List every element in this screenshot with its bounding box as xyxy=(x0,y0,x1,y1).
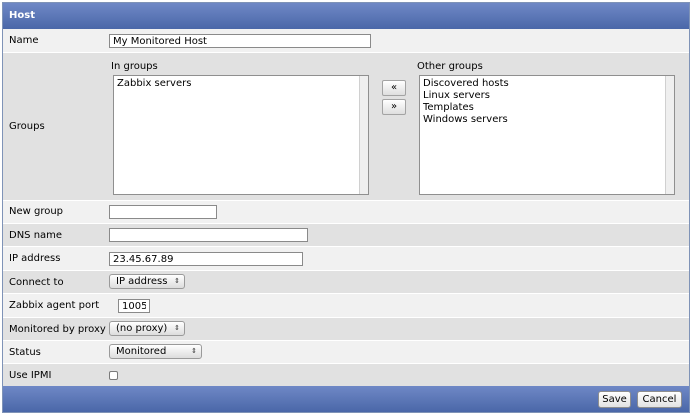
list-item[interactable]: Linux servers xyxy=(420,90,674,102)
list-item[interactable]: Windows servers xyxy=(420,114,674,126)
add-to-group-button[interactable]: « xyxy=(382,80,406,96)
ip-address-label: IP address xyxy=(9,253,61,264)
ip-address-input[interactable] xyxy=(109,252,303,266)
in-groups-label: In groups xyxy=(111,61,158,72)
dns-name-row: DNS name xyxy=(3,224,689,247)
list-item[interactable]: Discovered hosts xyxy=(420,78,674,90)
new-group-label: New group xyxy=(9,206,64,217)
dns-name-label: DNS name xyxy=(9,230,63,241)
up-down-arrows-icon: ⇕ xyxy=(174,324,180,332)
proxy-row: Monitored by proxy (no proxy) ⇕ xyxy=(3,318,689,341)
connect-to-label: Connect to xyxy=(9,277,64,288)
agent-port-label: Zabbix agent port xyxy=(9,300,100,311)
save-button[interactable]: Save xyxy=(598,391,631,408)
form-footer: Save Cancel xyxy=(3,386,689,412)
up-down-arrows-icon: ⇕ xyxy=(174,277,180,285)
list-item[interactable]: Zabbix servers xyxy=(114,78,368,90)
form-title: Host xyxy=(3,3,689,29)
other-groups-listbox[interactable]: Discovered hosts Linux servers Templates… xyxy=(419,75,675,195)
groups-row: Groups In groups Other groups Zabbix ser… xyxy=(3,53,689,201)
agent-port-row: Zabbix agent port xyxy=(3,294,689,318)
status-label: Status xyxy=(9,347,41,358)
use-ipmi-label: Use IPMI xyxy=(9,370,52,381)
name-input[interactable] xyxy=(109,34,371,48)
proxy-value: (no proxy) xyxy=(116,323,168,334)
proxy-select[interactable]: (no proxy) ⇕ xyxy=(109,321,185,336)
host-form-window: Host Name Groups In groups Other groups … xyxy=(2,2,690,413)
connect-to-row: Connect to IP address ⇕ xyxy=(3,271,689,294)
list-item[interactable]: Templates xyxy=(420,102,674,114)
status-value: Monitored xyxy=(116,346,167,357)
in-groups-scrollbar[interactable] xyxy=(359,76,368,194)
use-ipmi-checkbox[interactable] xyxy=(109,371,118,380)
remove-from-group-button[interactable]: » xyxy=(382,99,406,115)
connect-to-select[interactable]: IP address ⇕ xyxy=(109,274,185,289)
up-down-arrows-icon: ⇕ xyxy=(191,347,197,355)
connect-to-value: IP address xyxy=(116,276,168,287)
groups-label: Groups xyxy=(9,121,45,132)
status-row: Status Monitored ⇕ xyxy=(3,341,689,364)
name-row: Name xyxy=(3,29,689,53)
agent-port-input[interactable] xyxy=(118,299,150,313)
other-groups-scrollbar[interactable] xyxy=(665,76,674,194)
in-groups-listbox[interactable]: Zabbix servers xyxy=(113,75,369,195)
dns-name-input[interactable] xyxy=(109,228,308,242)
status-select[interactable]: Monitored ⇕ xyxy=(109,344,202,359)
other-groups-label: Other groups xyxy=(417,61,483,72)
cancel-button[interactable]: Cancel xyxy=(637,391,682,408)
new-group-row: New group xyxy=(3,201,689,224)
use-ipmi-row: Use IPMI xyxy=(3,364,689,386)
ip-address-row: IP address xyxy=(3,247,689,271)
name-label: Name xyxy=(9,35,39,46)
proxy-label: Monitored by proxy xyxy=(9,324,106,335)
new-group-input[interactable] xyxy=(109,205,217,219)
